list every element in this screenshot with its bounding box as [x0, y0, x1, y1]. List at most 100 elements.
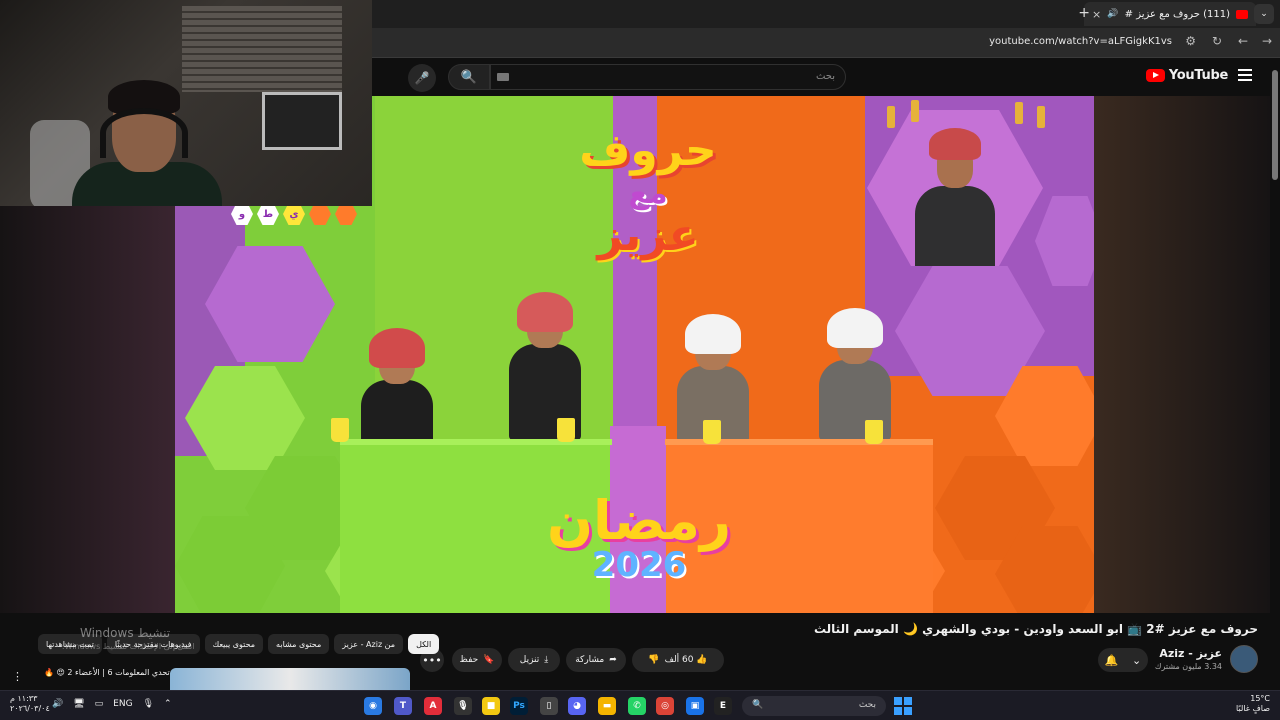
contestant-headdress — [827, 308, 883, 348]
weather-widget[interactable]: 15°C صافٍ غالبًا — [1236, 694, 1270, 715]
browser-tab[interactable]: (111) حروف مع عزيز #2 📺 🔊 × — [1084, 2, 1256, 26]
headset-icon — [100, 108, 188, 158]
lantern-icon — [911, 100, 919, 122]
tab-title: (111) حروف مع عزيز #2 📺 — [1124, 8, 1230, 20]
mouse-app-icon[interactable]: ▯ — [540, 697, 558, 715]
screen: (111) حروف مع عزيز #2 📺 🔊 × + ⌄ → ← ↻ ⚙ … — [0, 0, 1280, 720]
more-vertical-icon[interactable]: ⋮ — [12, 670, 23, 683]
file-explorer-icon[interactable]: ▬ — [598, 697, 616, 715]
chip-from-channel[interactable]: من Aziz - عزيز — [334, 634, 404, 654]
share-icon: ➦ — [609, 655, 617, 665]
keyboard-icon[interactable] — [497, 73, 509, 81]
acrobat-icon[interactable]: A — [424, 697, 442, 715]
microphone-app-icon[interactable]: 🎙 — [454, 697, 472, 715]
taskbar-clock[interactable]: ١١:٣٣ م ٢٠٢٦/٠٣/٠٤ — [10, 694, 50, 715]
share-label: مشاركة — [575, 655, 605, 665]
chrome-taskbar-icon[interactable]: ◉ — [364, 697, 382, 715]
clock-date: ٢٠٢٦/٠٣/٠٤ — [10, 704, 50, 714]
video-title: حروف مع عزيز #2 📺 ابو السعد واودين - بود… — [813, 622, 1258, 636]
bell-icon: 🔔 — [1104, 653, 1119, 667]
lantern-icon — [1037, 106, 1045, 128]
discord-icon[interactable]: ◕ — [568, 697, 586, 715]
teams-icon[interactable]: T — [394, 697, 412, 715]
taskbar-search-placeholder: بحث — [858, 700, 876, 710]
whatsapp-icon[interactable]: ✆ — [628, 697, 646, 715]
voice-search-button[interactable]: 🎤 — [408, 64, 436, 92]
youtube-logo[interactable]: YouTube — [1145, 68, 1228, 83]
show-logo-line-3: عزيز — [597, 210, 699, 262]
epic-games-icon[interactable]: E — [714, 697, 732, 715]
letter-hexagon — [309, 203, 331, 225]
reload-icon[interactable]: ↻ — [1212, 34, 1222, 48]
contestant-body — [361, 380, 433, 446]
letter-board: و ط ي — [231, 203, 357, 225]
host-body — [915, 186, 995, 266]
language-indicator[interactable]: ENG — [113, 699, 132, 709]
search-icon: 🔍 — [460, 69, 478, 85]
weather-temperature: 15°C — [1250, 694, 1270, 703]
menu-icon[interactable] — [1238, 69, 1252, 81]
webcam-overlay — [0, 0, 372, 206]
media-playing-icon[interactable]: 🔊 — [1107, 9, 1118, 19]
system-tray: 🔊 🖥 ▭ ENG 🎙 ⌃ — [52, 699, 172, 709]
chip-related-2[interactable]: محتوى يبيعك — [204, 634, 264, 654]
page-scrollbar[interactable] — [1272, 70, 1278, 180]
back-icon[interactable]: ← — [1238, 34, 1248, 48]
sticky-notes-icon[interactable]: ■ — [482, 697, 500, 715]
activate-windows-title: تنشيط Windows — [80, 626, 171, 640]
taskbar-search-input[interactable]: بحث 🔍 — [742, 696, 886, 716]
start-menu-icon[interactable] — [894, 697, 912, 715]
ramadan-word: رمضان — [546, 489, 732, 552]
photos-app-icon[interactable]: ▣ — [686, 697, 704, 715]
share-button[interactable]: ➦ مشاركة — [566, 648, 626, 672]
tab-search-button[interactable]: ⌄ — [1254, 4, 1274, 24]
forward-icon[interactable]: → — [1262, 34, 1272, 48]
save-label: حفظ — [459, 655, 479, 665]
letter-hexagon: ط — [257, 203, 279, 225]
like-button[interactable]: 👍 60 ألف — [665, 655, 708, 665]
dislike-button[interactable]: 👎 — [648, 655, 659, 665]
search-button[interactable]: 🔍 — [448, 64, 490, 90]
network-icon[interactable]: 🖥 — [73, 699, 84, 709]
battery-icon[interactable]: ▭ — [95, 699, 104, 709]
tray-overflow-icon[interactable]: ⌃ — [164, 699, 172, 709]
url-field[interactable]: youtube.com/watch?v=aLFGigkK1vs — [989, 36, 1172, 47]
bookmark-icon: 🔖 — [483, 655, 495, 665]
chip-all[interactable]: الكل — [408, 634, 440, 654]
notification-bell-button[interactable]: 🔔 ⌄ — [1098, 648, 1148, 672]
search-input[interactable]: بحث — [490, 64, 846, 90]
search-icon: 🔍 — [752, 700, 764, 710]
monitor — [262, 92, 342, 150]
contestant-headdress — [517, 292, 573, 332]
microphone-icon: 🎤 — [414, 71, 430, 85]
contestant-figure — [509, 292, 589, 442]
activate-windows-subtitle: انتقل إلى الإعدادات لتنشيط Windows. — [62, 642, 195, 651]
chip-related[interactable]: محتوى مشابه — [268, 634, 330, 654]
thumbs-down-icon: 👎 — [648, 655, 660, 665]
photoshop-icon[interactable]: Ps — [510, 697, 528, 715]
contestant-headdress — [369, 328, 425, 368]
recommended-video-thumbnail[interactable] — [170, 668, 410, 690]
channel-name[interactable]: عزيز - Aziz — [1159, 647, 1222, 660]
youtube-logo-text: YouTube — [1168, 68, 1228, 83]
chrome-icon[interactable]: ◎ — [656, 697, 674, 715]
letter-hexagon: ي — [283, 203, 305, 225]
microphone-tray-icon[interactable]: 🎙 — [143, 699, 154, 709]
windows-taskbar: ١١:٣٣ م ٢٠٢٦/٠٣/٠٤ 🔊 🖥 ▭ ENG 🎙 ⌃ ◉ T A 🎙… — [0, 690, 1280, 720]
show-logo-line-1: حروف — [579, 125, 717, 176]
save-button[interactable]: 🔖 حفظ — [452, 648, 502, 672]
tab-close-icon[interactable]: × — [1092, 8, 1101, 21]
show-logo-line-2: مع — [628, 175, 668, 211]
download-button[interactable]: ⤓ تنزيل — [508, 648, 560, 672]
recommended-video-title[interactable]: تحدي المعلومات 6 | الأعضاء 2 😍 🔥 — [44, 668, 170, 677]
contestant-headdress — [685, 314, 741, 354]
cup — [865, 420, 883, 444]
site-settings-icon[interactable]: ⚙ — [1185, 34, 1196, 48]
cup — [557, 418, 575, 442]
youtube-favicon-icon — [1236, 9, 1248, 19]
new-tab-button[interactable]: + — [1078, 5, 1090, 21]
channel-avatar[interactable] — [1230, 645, 1258, 673]
ramadan-logo: رمضان 2026 — [543, 494, 735, 584]
volume-icon[interactable]: 🔊 — [52, 699, 63, 709]
letter-hexagon — [335, 203, 357, 225]
